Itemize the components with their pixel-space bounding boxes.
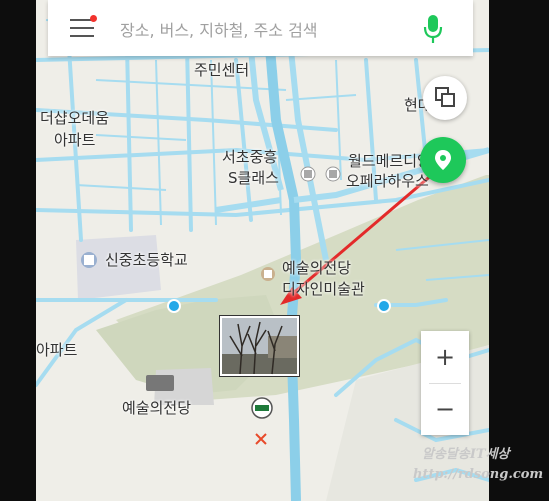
label-the-sharp-line2: 아파트	[54, 131, 96, 149]
search-bar[interactable]: 장소, 버스, 지하철, 주소 검색	[48, 0, 473, 56]
label-apartment-left: 아파트	[36, 341, 78, 359]
layers-button[interactable]	[423, 76, 467, 120]
label-seocho-line2: S클래스	[228, 169, 279, 187]
left-letterbox	[0, 0, 36, 501]
zoom-in-button[interactable]: +	[421, 331, 469, 383]
microphone-icon[interactable]	[423, 14, 443, 44]
app-window: 주민센터 더샵오데움 아파트 서초중흥 S클래스 월드메르디앙 오페라하우스 현…	[0, 0, 549, 501]
zoom-out-button[interactable]: −	[421, 383, 469, 435]
label-arts-center-bottom: 예술의전당	[122, 399, 192, 417]
location-pin-icon	[435, 150, 451, 170]
tree-photo-icon	[222, 318, 297, 375]
label-seocho-line1: 서초중흥	[222, 148, 278, 166]
notification-dot	[90, 15, 97, 22]
search-input[interactable]: 장소, 버스, 지하철, 주소 검색	[120, 17, 318, 41]
zoom-control: + −	[421, 331, 469, 435]
layers-icon	[435, 87, 455, 107]
watermark-url: http://rdsong.com	[413, 467, 544, 482]
label-design-museum: 디자인미술관	[282, 280, 365, 298]
label-world-line2: 오페라하우스	[346, 172, 429, 190]
location-button[interactable]	[420, 137, 466, 183]
label-world-line1: 월드메르디앙	[348, 152, 431, 170]
photo-thumbnail[interactable]	[219, 315, 300, 377]
label-the-sharp-line1: 더샵오데움	[40, 109, 110, 127]
label-jumin-center: 주민센터	[194, 61, 250, 79]
right-letterbox	[489, 0, 549, 501]
label-arts-center: 예술의전당	[282, 259, 352, 277]
watermark-title: 알송달송IT세상	[422, 447, 510, 462]
hamburger-menu-icon[interactable]	[70, 15, 97, 39]
label-school: 신중초등학교	[105, 251, 188, 269]
